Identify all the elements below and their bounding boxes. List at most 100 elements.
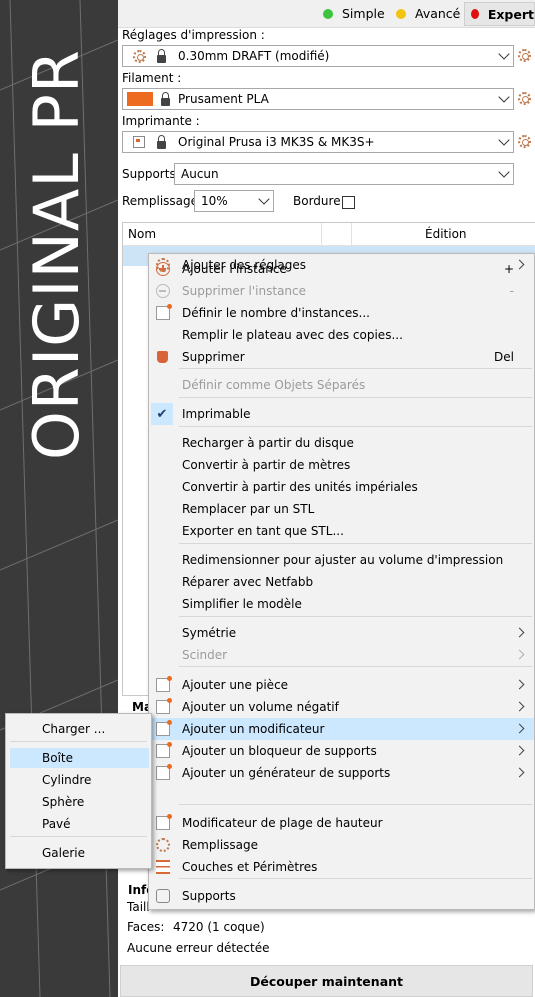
menu-item-label: Redimensionner pour ajuster au volume d'… — [182, 553, 504, 567]
printer-gear-icon[interactable] — [518, 135, 531, 148]
menu-item[interactable]: Ajouter des réglages — [149, 254, 534, 276]
filament-label: Filament : — [122, 71, 182, 85]
mode-advanced-button[interactable]: Avancé — [396, 3, 460, 24]
infill-label: Remplissage: — [122, 194, 203, 208]
menu-item[interactable]: Ajouter un bloqueur de supports — [149, 740, 534, 762]
column-edit-header[interactable]: Édition — [425, 227, 467, 241]
submenu-item[interactable]: Pavé — [10, 814, 149, 834]
checkmark-icon: ✔ — [151, 403, 173, 425]
set-instances-icon — [156, 304, 172, 320]
menu-item[interactable]: Recharger à partir du disque — [149, 432, 534, 454]
remove-instance-icon — [156, 284, 170, 298]
menu-item-label: Couches et Périmètres — [182, 860, 318, 874]
submenu-item-label: Cylindre — [42, 773, 92, 787]
print-settings-combo[interactable]: 0.30mm DRAFT (modifié) — [122, 45, 514, 67]
column-name-header[interactable]: Nom — [128, 227, 156, 241]
menu-item[interactable]: Ajouter un volume négatif — [149, 696, 534, 718]
menu-item[interactable]: Modificateur de plage de hauteur — [149, 812, 534, 834]
mode-simple-button[interactable]: Simple — [323, 3, 385, 24]
menu-item[interactable]: Ajouter un modificateur — [149, 718, 534, 740]
chevron-right-icon — [514, 627, 525, 638]
mode-simple-label: Simple — [342, 6, 385, 21]
menu-item-label: Supprimer l'instance — [182, 284, 307, 298]
slice-now-button[interactable]: Découper maintenant — [120, 965, 533, 997]
printer-combo[interactable]: Original Prusa i3 MK3S & MK3S+ — [122, 131, 514, 153]
chevron-down-icon — [498, 134, 510, 146]
mode-expert-button[interactable]: Expert — [464, 2, 535, 26]
submenu-item[interactable]: Cylindre — [10, 770, 149, 790]
print-settings-gear-icon[interactable] — [518, 49, 531, 62]
menu-item[interactable]: Convertir à partir des unités impériales — [149, 476, 534, 498]
printer-value: Original Prusa i3 MK3S & MK3S+ — [178, 135, 375, 149]
chevron-right-icon — [514, 649, 525, 660]
add-negative-volume-icon — [156, 698, 172, 714]
delete-icon — [157, 351, 168, 363]
menu-separator — [10, 836, 147, 837]
menu-item[interactable]: Remplir le plateau avec des copies... — [149, 324, 534, 346]
menu-separator — [179, 543, 532, 544]
menu-item[interactable]: Définir le nombre d'instances... — [149, 302, 534, 324]
menu-item[interactable]: Réparer avec Netfabb — [149, 571, 534, 593]
mode-bar: Simple Avancé Expert — [118, 0, 535, 28]
modifier-submenu: Charger ... Boîte Cylindre Sphère Pavé Galeri… — [5, 713, 152, 869]
chevron-down-icon — [498, 91, 510, 103]
submenu-item[interactable]: Charger ... — [10, 719, 149, 739]
filament-combo[interactable]: Prusament PLA — [122, 88, 514, 110]
menu-item-shortcut: Del — [494, 350, 514, 364]
menu-item-label: Ajouter des réglages — [182, 258, 307, 272]
menu-item[interactable]: Couches et Périmètres — [149, 856, 534, 878]
submenu-item-label: Charger ... — [42, 722, 106, 736]
menu-separator — [179, 666, 532, 667]
brim-checkbox[interactable] — [342, 196, 355, 209]
print-settings-value: 0.30mm DRAFT (modifié) — [178, 49, 330, 63]
menu-item[interactable]: Ajouter un générateur de supports — [149, 762, 534, 784]
submenu-item[interactable]: Galerie — [10, 843, 149, 863]
menu-item[interactable]: Exporter en tant que STL... — [149, 520, 534, 542]
menu-item[interactable]: Supports — [149, 885, 534, 907]
submenu-item[interactable]: Boîte — [10, 748, 149, 768]
menu-item-label: Ajouter un bloqueur de supports — [182, 744, 377, 758]
menu-separator — [179, 397, 532, 398]
menu-item-label: Ajouter un volume négatif — [182, 700, 339, 714]
menu-item-label: Imprimable — [182, 407, 251, 421]
filament-gear-icon[interactable] — [518, 92, 531, 105]
supports-icon — [156, 889, 170, 903]
menu-separator — [179, 804, 532, 805]
menu-item[interactable]: ✔ Imprimable — [149, 403, 534, 425]
infill-value: 10% — [201, 194, 228, 208]
infill-icon — [156, 838, 170, 852]
menu-item-label: Définir le nombre d'instances... — [182, 306, 370, 320]
menu-item[interactable]: Remplacer par un STL — [149, 498, 534, 520]
menu-item-label: Remplacer par un STL — [182, 502, 315, 516]
menu-item[interactable]: Symétrie — [149, 622, 534, 644]
submenu-item[interactable]: Sphère — [10, 792, 149, 812]
height-range-icon — [156, 814, 172, 830]
chevron-right-icon — [514, 679, 525, 690]
infill-combo[interactable]: 10% — [194, 190, 274, 212]
menu-item-label: Exporter en tant que STL... — [182, 524, 344, 538]
menu-item-label: Ajouter un modificateur — [182, 722, 325, 736]
menu-separator — [179, 878, 532, 879]
expert-dot-icon — [471, 9, 479, 19]
menu-item-shortcut: - — [509, 284, 514, 298]
supports-combo[interactable]: Aucun — [174, 163, 514, 185]
chevron-right-icon — [514, 701, 525, 712]
filament-value: Prusament PLA — [178, 92, 269, 106]
menu-item[interactable]: Simplifier le modèle — [149, 593, 534, 615]
menu-item[interactable]: Convertir à partir de mètres — [149, 454, 534, 476]
menu-item-label: Ajouter un générateur de supports — [182, 766, 391, 780]
menu-item-label: Définir comme Objets Séparés — [182, 378, 366, 392]
simple-dot-icon — [323, 8, 333, 19]
advanced-dot-icon — [396, 8, 406, 19]
filament-color-swatch — [127, 92, 153, 106]
chevron-right-icon — [514, 767, 525, 778]
menu-item[interactable]: Supprimer Del — [149, 346, 534, 368]
menu-item[interactable]: Ajouter une pièce — [149, 674, 534, 696]
submenu-item-label: Galerie — [42, 846, 86, 860]
menu-item[interactable]: Remplissage — [149, 834, 534, 856]
menu-item[interactable]: Redimensionner pour ajuster au volume d'… — [149, 549, 534, 571]
add-part-icon — [156, 676, 172, 692]
bed-logo-text: ORIGINAL PR — [20, 48, 93, 460]
supports-value: Aucun — [181, 167, 219, 181]
support-blocker-icon — [156, 742, 172, 758]
